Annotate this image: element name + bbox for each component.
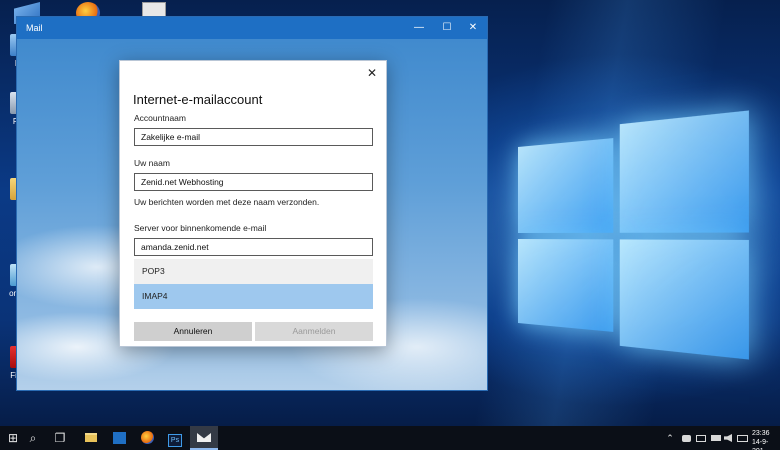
taskbar: ⊞ ⌕ ❐ Ps ⌃ 23:36 14-9-201	[0, 426, 780, 450]
task-view-button[interactable]: ❐	[47, 426, 73, 450]
incoming-server-label: Server voor binnenkomende e-mail	[134, 223, 267, 233]
window-title: Mail	[26, 23, 43, 33]
tray-keyboard-icon[interactable]	[735, 426, 749, 450]
internet-email-account-dialog: ✕ Internet-e-mailaccount Accountnaam Uw …	[119, 60, 387, 347]
account-type-option-imap4[interactable]: IMAP4	[134, 284, 373, 309]
logo-pane-top-left	[518, 138, 614, 233]
tray-volume-icon[interactable]	[722, 426, 734, 450]
keyboard-icon	[736, 435, 748, 442]
cancel-button[interactable]: Annuleren	[134, 322, 252, 341]
photoshop-icon: Ps	[168, 434, 182, 447]
logo-pane-bottom-left	[518, 239, 614, 332]
windows-logo	[518, 110, 749, 360]
volume-icon	[724, 434, 732, 442]
your-name-label: Uw naam	[134, 158, 170, 168]
taskbar-app-firefox[interactable]	[134, 426, 160, 450]
firefox-icon	[140, 431, 154, 444]
sign-in-button[interactable]: Aanmelden	[255, 322, 373, 341]
your-name-input[interactable]	[134, 173, 373, 191]
dialog-close-button[interactable]: ✕	[364, 65, 380, 81]
account-name-label: Accountnaam	[134, 113, 186, 123]
close-window-button[interactable]: ✕	[461, 17, 485, 39]
tray-battery-icon[interactable]	[710, 426, 722, 450]
search-button[interactable]: ⌕	[20, 426, 46, 450]
taskbar-app-mail[interactable]	[190, 426, 218, 450]
incoming-server-input[interactable]	[134, 238, 373, 256]
minimize-button[interactable]: —	[407, 17, 431, 39]
battery-icon	[711, 435, 721, 441]
logo-pane-top-right	[619, 110, 749, 233]
file-explorer-icon	[85, 433, 97, 442]
taskbar-clock[interactable]: 23:36 14-9-201	[752, 429, 780, 450]
network-status-icon	[696, 435, 706, 442]
outlook-icon	[112, 432, 126, 444]
account-name-input[interactable]	[134, 128, 373, 146]
dialog-title: Internet-e-mailaccount	[133, 92, 263, 107]
logo-pane-bottom-right	[619, 239, 749, 360]
account-type-option-pop3[interactable]: POP3	[134, 259, 373, 284]
taskbar-app-file-explorer[interactable]	[78, 426, 104, 450]
tray-chevron-button[interactable]: ⌃	[664, 426, 676, 450]
tray-people-icon[interactable]	[680, 426, 692, 450]
clock-date: 14-9-201	[752, 439, 769, 450]
taskbar-app-photoshop[interactable]: Ps	[162, 426, 188, 450]
maximize-button[interactable]: ☐	[435, 17, 459, 39]
taskbar-app-outlook[interactable]	[106, 426, 132, 450]
clock-time: 23:36	[752, 430, 770, 437]
tray-network-icon[interactable]	[695, 426, 707, 450]
people-icon	[681, 435, 691, 442]
mail-icon	[197, 433, 211, 442]
your-name-hint: Uw berichten worden met deze naam verzon…	[134, 197, 320, 207]
mail-titlebar[interactable]: Mail — ☐ ✕	[17, 17, 487, 39]
